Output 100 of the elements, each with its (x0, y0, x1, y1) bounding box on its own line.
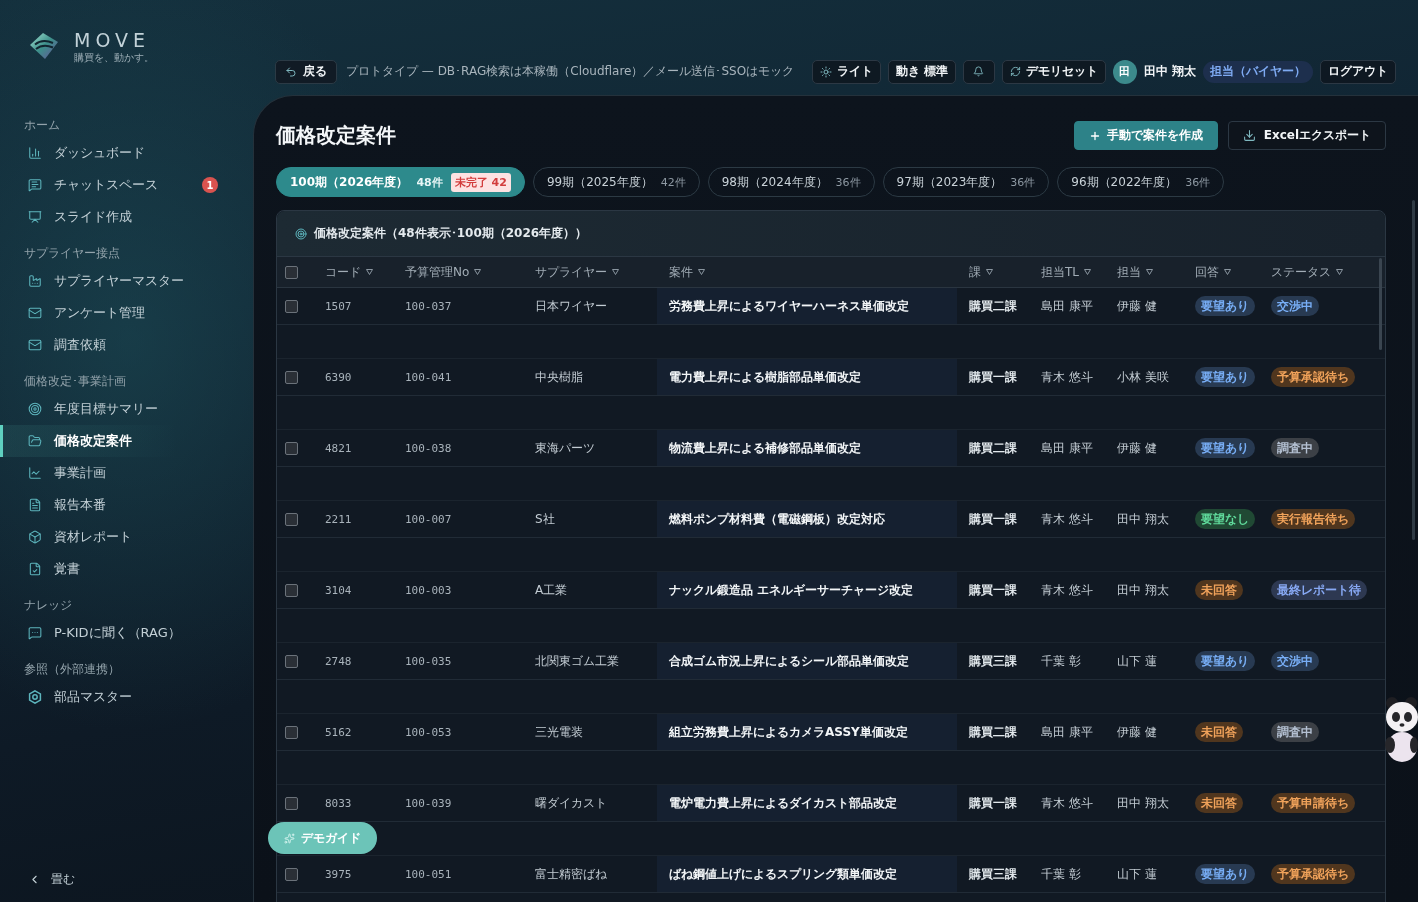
select-all-checkbox[interactable] (285, 265, 298, 279)
sort-icon (986, 269, 993, 275)
column-header[interactable]: ステータス (1259, 257, 1377, 287)
logo-icon (28, 30, 60, 62)
back-button[interactable]: 戻る (275, 59, 337, 84)
nav-item[interactable]: 事業計画 (0, 457, 253, 489)
section-name: 購買一課 (969, 581, 1017, 599)
owner-name: 山下 蓮 (1117, 652, 1157, 670)
notifications-button[interactable] (962, 59, 995, 84)
period-tab[interactable]: 100期（2026年度） 48件 未完了 42 (276, 167, 525, 197)
motion-button[interactable]: 動き 標準 (887, 59, 956, 84)
column-header[interactable]: 担当 (1105, 257, 1183, 287)
nav-item[interactable]: 調査依頼 (0, 329, 253, 361)
status-tag: 調査中 (1271, 722, 1319, 742)
mail-icon (28, 306, 42, 320)
team-lead-name: 千葉 彰 (1041, 652, 1081, 670)
chat-dots-icon (28, 626, 42, 640)
nav-item[interactable]: アンケート管理 (0, 297, 253, 329)
budget-number: 100-039 (405, 796, 452, 810)
incomplete-badge: 未完了 42 (450, 172, 511, 192)
answer-tag: 未回答 (1195, 722, 1243, 742)
target-icon (295, 227, 307, 240)
reset-button[interactable]: デモリセット (1001, 59, 1106, 84)
supplier-name: S社 (535, 510, 555, 528)
sun-icon (819, 65, 832, 78)
tab-count: 36件 (1185, 174, 1211, 190)
plus-icon (1088, 129, 1101, 142)
case-title: 燃料ポンプ材料費（電磁鋼板）改定対応 (657, 501, 957, 537)
logout-button[interactable]: ログアウト (1320, 59, 1396, 84)
section-name: 購買二課 (969, 439, 1017, 457)
tab-count: 48件 (416, 174, 443, 190)
column-header[interactable]: 課 (957, 257, 1029, 287)
download-icon (1242, 129, 1256, 142)
prototype-notice: プロトタイプ — DB･RAG検索は本稼働（Cloudflare）／メール送信･SSOはモック (346, 63, 795, 80)
nav-item[interactable]: ダッシュボード (0, 137, 253, 169)
nav-section-heading: 価格改定･事業計画 (23, 373, 126, 389)
supplier-name: 日本ワイヤー (535, 297, 607, 315)
owner-name: 山下 蓮 (1117, 865, 1157, 883)
case-code: 3104 (325, 583, 352, 597)
row-checkbox[interactable] (285, 370, 298, 384)
column-header[interactable]: 回答 (1183, 257, 1259, 287)
status-tag: 実行報告待ち (1271, 509, 1355, 529)
column-header[interactable]: 予算管理No (393, 257, 523, 287)
column-header[interactable]: 案件 (657, 257, 957, 287)
theme-button[interactable]: ライト (811, 59, 881, 84)
unread-badge: 1 (202, 177, 218, 193)
answer-tag: 要望あり (1195, 864, 1255, 884)
nav-item[interactable]: 年度目標サマリー (0, 393, 253, 425)
row-checkbox[interactable] (285, 512, 298, 526)
row-checkbox[interactable] (285, 867, 298, 881)
row-checkbox[interactable] (285, 441, 298, 455)
nav-item[interactable]: チャットスペース 1 (0, 169, 253, 201)
answer-tag: 要望あり (1195, 367, 1255, 387)
collapse-button[interactable]: 畳む (24, 868, 79, 890)
budget-number: 100-038 (405, 441, 452, 455)
row-checkbox[interactable] (285, 654, 298, 668)
row-checkbox[interactable] (285, 725, 298, 739)
case-code: 2748 (325, 654, 352, 668)
user-avatar: 田 (1112, 59, 1137, 84)
bell-icon (973, 66, 985, 77)
answer-tag: 要望あり (1195, 651, 1255, 671)
status-tag: 予算申請待ち (1271, 793, 1355, 813)
owner-name: 小林 美咲 (1117, 368, 1169, 386)
bar-chart-icon (28, 146, 42, 160)
column-header[interactable]: サプライヤー (523, 257, 657, 287)
column-header[interactable]: 担当TL (1029, 257, 1105, 287)
nav-section-heading: サプライヤー接点 (23, 245, 120, 261)
case-title: 物流費上昇による補修部品単価改定 (657, 430, 957, 466)
row-checkbox[interactable] (285, 583, 298, 597)
table-title: 価格改定案件（48件表示･100期（2026年度）） (314, 225, 588, 242)
nav-item[interactable]: 報告本番 (0, 489, 253, 521)
budget-number: 100-003 (405, 583, 452, 597)
nav-item[interactable]: サプライヤーマスター (0, 265, 253, 297)
nav-item[interactable]: P-KIDに聞く（RAG） (0, 617, 253, 649)
supplier-name: 中央樹脂 (535, 368, 583, 386)
row-checkbox[interactable] (285, 299, 298, 313)
row-checkbox[interactable] (285, 796, 298, 810)
owner-name: 伊藤 健 (1117, 297, 1157, 315)
create-case-button[interactable]: 手動で案件を作成 (1073, 121, 1218, 150)
supplier-name: 富士精密ばね (535, 865, 607, 883)
column-header[interactable]: コード (313, 257, 393, 287)
answer-tag: 未回答 (1195, 580, 1243, 600)
scrollbar-thumb[interactable] (1379, 258, 1382, 350)
team-lead-name: 青木 悠斗 (1041, 581, 1093, 599)
case-code: 5162 (325, 725, 352, 739)
presentation-icon (28, 210, 42, 224)
document-check-icon (28, 562, 42, 576)
tab-count: 36件 (835, 174, 861, 190)
nav-item[interactable]: スライド作成 (0, 201, 253, 233)
case-title: ばね鋼値上げによるスプリング類単価改定 (657, 856, 957, 892)
nav-item[interactable]: 資材レポート (0, 521, 253, 553)
case-code: 8033 (325, 796, 352, 810)
nav-item[interactable]: 覚書 (0, 553, 253, 585)
case-code: 3975 (325, 867, 352, 881)
case-code: 4821 (325, 441, 352, 455)
nav-item[interactable]: 部品マスター (0, 681, 253, 713)
team-lead-name: 千葉 彰 (1041, 865, 1081, 883)
export-button[interactable]: Excelエクスポート (1227, 121, 1386, 150)
scrollbar-thumb[interactable] (1412, 200, 1415, 540)
box-icon (28, 530, 42, 544)
